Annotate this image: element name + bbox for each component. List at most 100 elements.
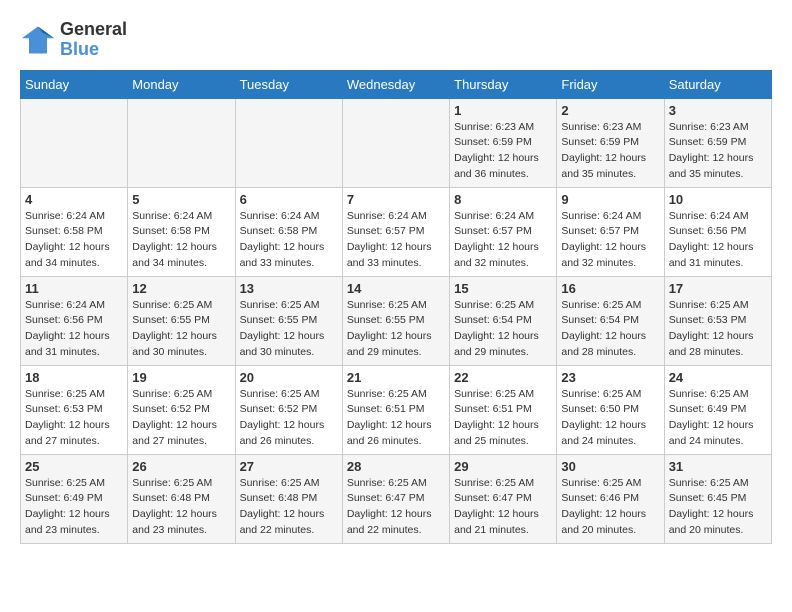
calendar-cell: 31 Sunrise: 6:25 AMSunset: 6:45 PMDayligh…	[664, 454, 771, 543]
calendar-cell: 18 Sunrise: 6:25 AMSunset: 6:53 PMDayligh…	[21, 365, 128, 454]
day-info: Sunrise: 6:24 AMSunset: 6:58 PMDaylight:…	[25, 209, 123, 272]
calendar-cell: 23 Sunrise: 6:25 AMSunset: 6:50 PMDayligh…	[557, 365, 664, 454]
calendar-cell: 16Sunrise: 6:25 AMSunset: 6:54 PMDayligh…	[557, 276, 664, 365]
day-number: 18	[25, 370, 123, 385]
calendar-cell: 4 Sunrise: 6:24 AMSunset: 6:58 PMDaylight…	[21, 187, 128, 276]
calendar-cell: 21 Sunrise: 6:25 AMSunset: 6:51 PMDayligh…	[342, 365, 449, 454]
day-info: Sunrise: 6:23 AMSunset: 6:59 PMDaylight:…	[561, 120, 659, 183]
day-info: Sunrise: 6:25 AMSunset: 6:47 PMDaylight:…	[454, 476, 552, 539]
calendar-cell: 5 Sunrise: 6:24 AMSunset: 6:58 PMDaylight…	[128, 187, 235, 276]
day-info: Sunrise: 6:25 AMSunset: 6:48 PMDaylight:…	[132, 476, 230, 539]
calendar-cell: 9 Sunrise: 6:24 AMSunset: 6:57 PMDaylight…	[557, 187, 664, 276]
day-info: Sunrise: 6:25 AMSunset: 6:52 PMDaylight:…	[132, 387, 230, 450]
day-number: 5	[132, 192, 230, 207]
calendar-cell: 27 Sunrise: 6:25 AMSunset: 6:48 PMDayligh…	[235, 454, 342, 543]
day-info: Sunrise: 6:25 AMSunset: 6:51 PMDaylight:…	[347, 387, 445, 450]
calendar-cell: 3 Sunrise: 6:23 AMSunset: 6:59 PMDaylight…	[664, 98, 771, 187]
calendar-body: 1 Sunrise: 6:23 AMSunset: 6:59 PMDaylight…	[21, 98, 772, 543]
calendar-cell: 2 Sunrise: 6:23 AMSunset: 6:59 PMDaylight…	[557, 98, 664, 187]
day-number: 24	[669, 370, 767, 385]
calendar-week-row: 25 Sunrise: 6:25 AMSunset: 6:49 PMDayligh…	[21, 454, 772, 543]
calendar-cell: 8 Sunrise: 6:24 AMSunset: 6:57 PMDaylight…	[450, 187, 557, 276]
day-of-week-header: Wednesday	[342, 70, 449, 98]
day-number: 22	[454, 370, 552, 385]
calendar-week-row: 1 Sunrise: 6:23 AMSunset: 6:59 PMDaylight…	[21, 98, 772, 187]
day-number: 28	[347, 459, 445, 474]
calendar-cell	[342, 98, 449, 187]
day-number: 23	[561, 370, 659, 385]
day-info: Sunrise: 6:24 AMSunset: 6:58 PMDaylight:…	[132, 209, 230, 272]
calendar-cell: 25 Sunrise: 6:25 AMSunset: 6:49 PMDayligh…	[21, 454, 128, 543]
calendar-week-row: 4 Sunrise: 6:24 AMSunset: 6:58 PMDaylight…	[21, 187, 772, 276]
calendar-week-row: 18 Sunrise: 6:25 AMSunset: 6:53 PMDayligh…	[21, 365, 772, 454]
logo: General Blue	[20, 20, 127, 60]
day-number: 7	[347, 192, 445, 207]
calendar-cell: 12 Sunrise: 6:25 AMSunset: 6:55 PMDayligh…	[128, 276, 235, 365]
calendar-cell: 26 Sunrise: 6:25 AMSunset: 6:48 PMDayligh…	[128, 454, 235, 543]
page-header: General Blue	[20, 20, 772, 60]
day-info: Sunrise: 6:23 AMSunset: 6:59 PMDaylight:…	[669, 120, 767, 183]
day-info: Sunrise: 6:23 AMSunset: 6:59 PMDaylight:…	[454, 120, 552, 183]
day-info: Sunrise: 6:25 AMSunset: 6:54 PMDaylight:…	[454, 298, 552, 361]
day-info: Sunrise: 6:24 AMSunset: 6:57 PMDaylight:…	[347, 209, 445, 272]
day-number: 8	[454, 192, 552, 207]
day-info: Sunrise: 6:25 AMSunset: 6:53 PMDaylight:…	[669, 298, 767, 361]
calendar-cell: 13Sunrise: 6:25 AMSunset: 6:55 PMDayligh…	[235, 276, 342, 365]
day-number: 25	[25, 459, 123, 474]
calendar-cell: 19 Sunrise: 6:25 AMSunset: 6:52 PMDayligh…	[128, 365, 235, 454]
calendar-cell	[21, 98, 128, 187]
day-number: 26	[132, 459, 230, 474]
day-number: 3	[669, 103, 767, 118]
day-info: Sunrise: 6:25 AMSunset: 6:50 PMDaylight:…	[561, 387, 659, 450]
calendar-table: SundayMondayTuesdayWednesdayThursdayFrid…	[20, 70, 772, 544]
day-number: 17	[669, 281, 767, 296]
calendar-cell	[128, 98, 235, 187]
day-info: Sunrise: 6:25 AMSunset: 6:45 PMDaylight:…	[669, 476, 767, 539]
days-of-week-row: SundayMondayTuesdayWednesdayThursdayFrid…	[21, 70, 772, 98]
day-number: 19	[132, 370, 230, 385]
day-info: Sunrise: 6:25 AMSunset: 6:46 PMDaylight:…	[561, 476, 659, 539]
calendar-cell: 10 Sunrise: 6:24 AMSunset: 6:56 PMDayligh…	[664, 187, 771, 276]
day-number: 20	[240, 370, 338, 385]
calendar-week-row: 11 Sunrise: 6:24 AMSunset: 6:56 PMDayligh…	[21, 276, 772, 365]
day-number: 10	[669, 192, 767, 207]
day-info: Sunrise: 6:24 AMSunset: 6:56 PMDaylight:…	[25, 298, 123, 361]
day-of-week-header: Tuesday	[235, 70, 342, 98]
day-of-week-header: Sunday	[21, 70, 128, 98]
day-number: 15	[454, 281, 552, 296]
day-number: 12	[132, 281, 230, 296]
logo-text: General Blue	[60, 20, 127, 60]
calendar-cell: 1 Sunrise: 6:23 AMSunset: 6:59 PMDaylight…	[450, 98, 557, 187]
calendar-cell: 7 Sunrise: 6:24 AMSunset: 6:57 PMDaylight…	[342, 187, 449, 276]
day-number: 9	[561, 192, 659, 207]
day-info: Sunrise: 6:25 AMSunset: 6:49 PMDaylight:…	[669, 387, 767, 450]
day-number: 31	[669, 459, 767, 474]
calendar-cell: 11 Sunrise: 6:24 AMSunset: 6:56 PMDayligh…	[21, 276, 128, 365]
day-number: 4	[25, 192, 123, 207]
day-info: Sunrise: 6:25 AMSunset: 6:47 PMDaylight:…	[347, 476, 445, 539]
day-of-week-header: Monday	[128, 70, 235, 98]
calendar-cell: 20Sunrise: 6:25 AMSunset: 6:52 PMDayligh…	[235, 365, 342, 454]
day-number: 11	[25, 281, 123, 296]
day-info: Sunrise: 6:25 AMSunset: 6:55 PMDaylight:…	[347, 298, 445, 361]
calendar-cell: 29Sunrise: 6:25 AMSunset: 6:47 PMDayligh…	[450, 454, 557, 543]
day-info: Sunrise: 6:24 AMSunset: 6:56 PMDaylight:…	[669, 209, 767, 272]
day-info: Sunrise: 6:24 AMSunset: 6:57 PMDaylight:…	[561, 209, 659, 272]
day-number: 16	[561, 281, 659, 296]
day-info: Sunrise: 6:25 AMSunset: 6:49 PMDaylight:…	[25, 476, 123, 539]
calendar-cell: 14Sunrise: 6:25 AMSunset: 6:55 PMDayligh…	[342, 276, 449, 365]
day-info: Sunrise: 6:25 AMSunset: 6:48 PMDaylight:…	[240, 476, 338, 539]
day-number: 1	[454, 103, 552, 118]
day-number: 21	[347, 370, 445, 385]
day-info: Sunrise: 6:24 AMSunset: 6:57 PMDaylight:…	[454, 209, 552, 272]
day-info: Sunrise: 6:25 AMSunset: 6:53 PMDaylight:…	[25, 387, 123, 450]
day-info: Sunrise: 6:25 AMSunset: 6:55 PMDaylight:…	[240, 298, 338, 361]
day-info: Sunrise: 6:24 AMSunset: 6:58 PMDaylight:…	[240, 209, 338, 272]
calendar-cell: 17 Sunrise: 6:25 AMSunset: 6:53 PMDayligh…	[664, 276, 771, 365]
day-info: Sunrise: 6:25 AMSunset: 6:55 PMDaylight:…	[132, 298, 230, 361]
calendar-cell: 6Sunrise: 6:24 AMSunset: 6:58 PMDaylight…	[235, 187, 342, 276]
day-number: 27	[240, 459, 338, 474]
day-number: 2	[561, 103, 659, 118]
calendar-cell: 28 Sunrise: 6:25 AMSunset: 6:47 PMDayligh…	[342, 454, 449, 543]
calendar-cell: 22Sunrise: 6:25 AMSunset: 6:51 PMDayligh…	[450, 365, 557, 454]
